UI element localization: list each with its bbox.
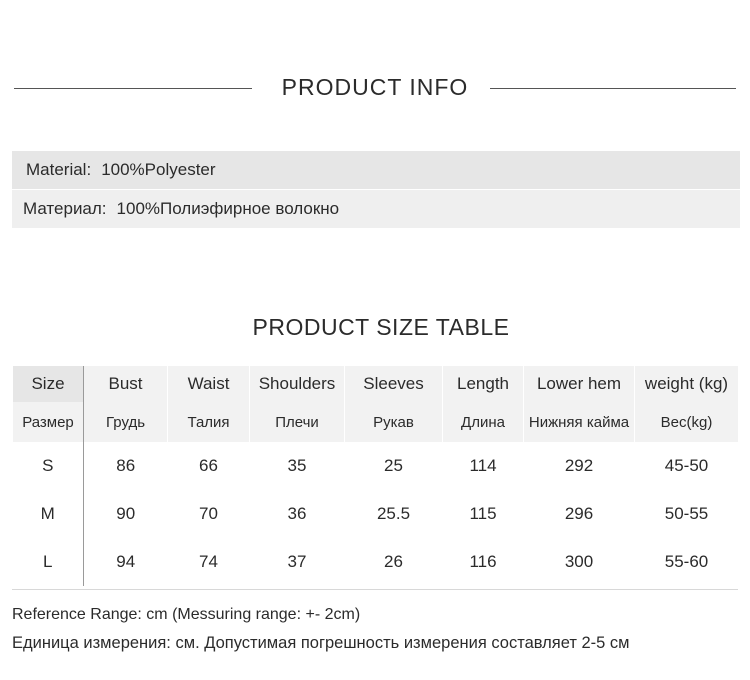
material-value-en: 100%Polyester	[101, 160, 216, 179]
value-cell: 66	[199, 456, 218, 475]
value-cell: 74	[199, 552, 218, 571]
value-cell: 292	[564, 456, 594, 475]
value-cell: 90	[116, 504, 136, 523]
header-cell: Lower hem	[523, 366, 635, 402]
size-cell: M	[12, 490, 84, 538]
table-row: M 90 70 36 25.5 115 296 50-55	[12, 490, 739, 538]
value-cell: 50-55	[664, 504, 709, 523]
header-cell: weight (kg)	[634, 366, 739, 402]
value-cell: 70	[199, 504, 218, 523]
header-row-ru: Размер Грудь Талия Плечи Рукав Длина Ниж…	[12, 402, 739, 442]
header-cell-ru: Размер	[12, 402, 84, 442]
header-cell-ru: Длина	[442, 402, 524, 442]
value-cell: 115	[469, 504, 497, 523]
reference-note-en: Reference Range: cm (Messuring range: +-…	[12, 606, 361, 623]
value-cell: 25.5	[376, 504, 411, 523]
value-cell: 116	[469, 552, 497, 571]
header-cell: Shoulders	[249, 366, 345, 402]
table-row: L 94 74 37 26 116 300 55-60	[12, 538, 739, 586]
header-cell: Bust	[83, 366, 168, 402]
header-cell: Waist	[167, 366, 250, 402]
value-cell: 26	[384, 552, 403, 571]
value-cell: 94	[116, 552, 136, 571]
size-cell: L	[12, 538, 84, 586]
table-row: S 86 66 35 25 114 292 45-50	[12, 442, 739, 490]
size-table: Size Bust Waist Shoulders Sleeves Length…	[12, 366, 739, 586]
reference-note-ru: Единица измерения: см. Допустимая погреш…	[12, 634, 630, 652]
value-cell: 36	[287, 504, 307, 523]
material-row-en: Material: 100%Polyester	[12, 151, 740, 189]
header-row-en: Size Bust Waist Shoulders Sleeves Length…	[12, 366, 739, 402]
material-label-ru: Материал:	[23, 199, 107, 218]
value-cell: 86	[116, 456, 136, 475]
header-cell: Length	[442, 366, 524, 402]
value-cell: 25	[384, 456, 403, 475]
material-label-en: Material:	[26, 160, 92, 179]
value-cell: 296	[564, 504, 594, 523]
material-row-ru: Материал: 100%Полиэфирное волокно	[12, 190, 740, 228]
material-value-ru: 100%Полиэфирное волокно	[116, 199, 340, 218]
value-cell: 55-60	[664, 552, 709, 571]
header-cell-ru: Вес(kg)	[634, 402, 739, 442]
table-bottom-border	[12, 589, 738, 590]
product-info-header: PRODUCT INFO	[0, 72, 750, 106]
value-cell: 37	[287, 552, 307, 571]
value-cell: 300	[564, 552, 594, 571]
value-cell: 45-50	[664, 456, 709, 475]
value-cell: 114	[469, 456, 497, 475]
divider-right	[490, 88, 736, 89]
header-cell: Size	[12, 366, 84, 402]
value-cell: 35	[287, 456, 307, 475]
size-cell: S	[12, 442, 84, 490]
header-cell-ru: Плечи	[249, 402, 345, 442]
header-cell: Sleeves	[344, 366, 443, 402]
size-table-title: PRODUCT SIZE TABLE	[252, 314, 510, 340]
header-cell-ru: Рукав	[344, 402, 443, 442]
header-cell-ru: Грудь	[83, 402, 168, 442]
header-cell-ru: Талия	[167, 402, 250, 442]
header-cell-ru: Нижняя кайма	[523, 402, 635, 442]
